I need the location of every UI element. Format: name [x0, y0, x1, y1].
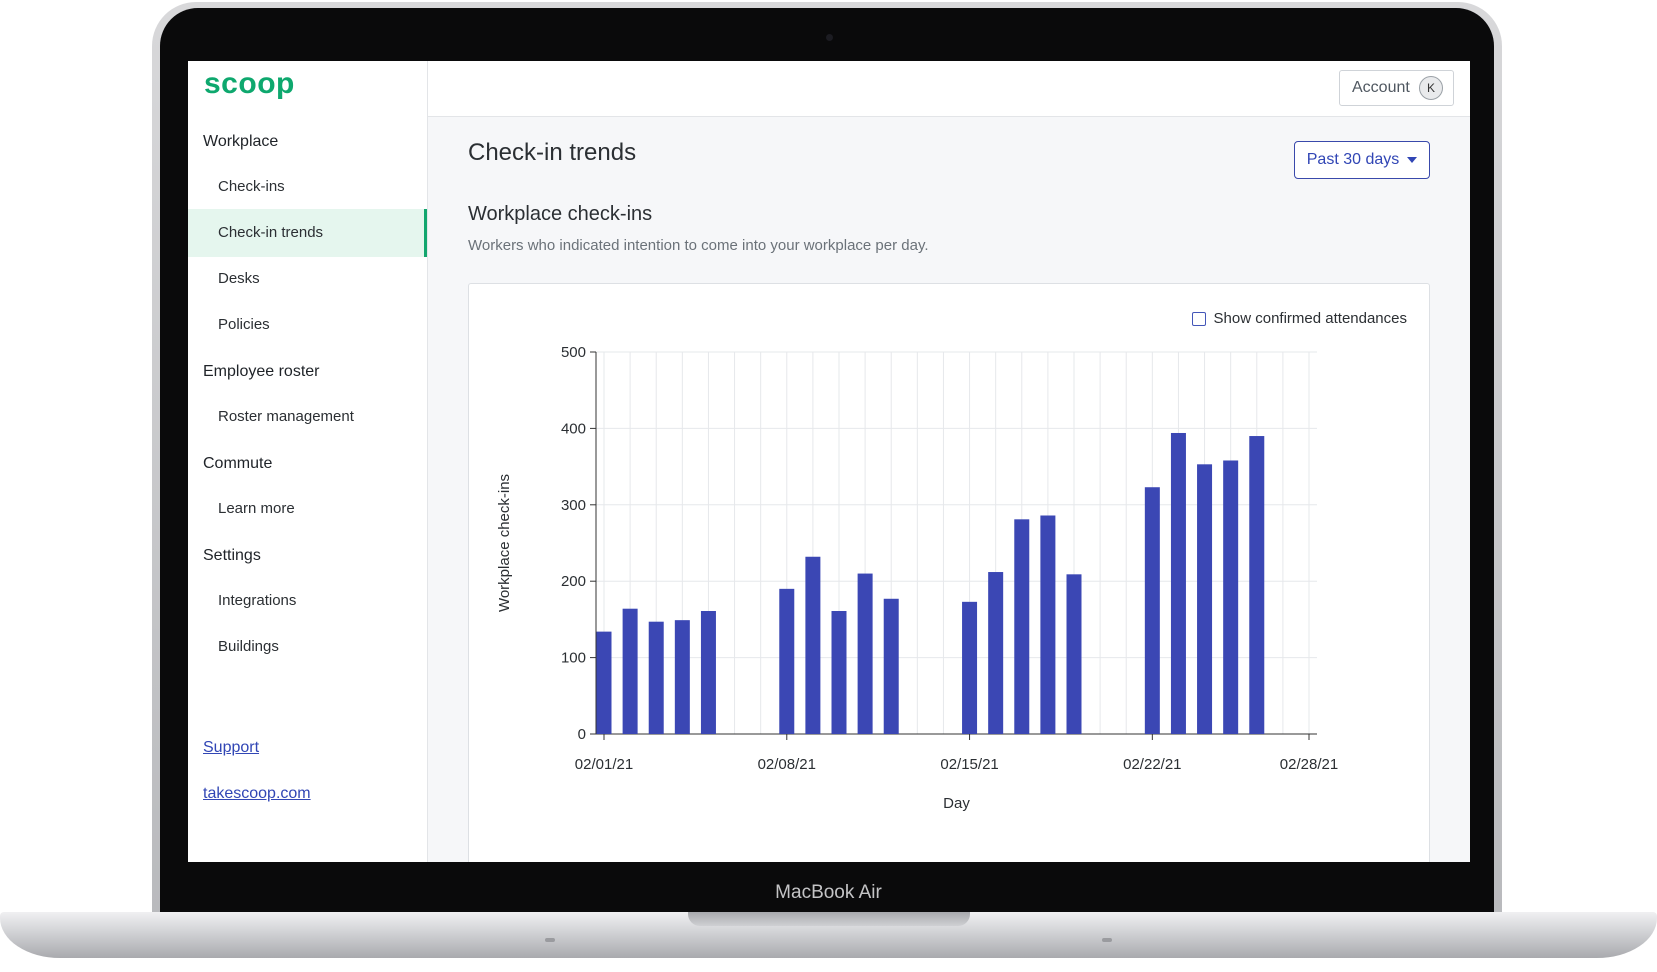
chart-bar [805, 556, 821, 734]
y-tick-label: 0 [578, 726, 586, 743]
camera-icon [826, 34, 833, 41]
nav-section-employee-roster: Employee roster [203, 363, 320, 380]
chart-bar [1223, 460, 1239, 734]
chart-bar [988, 572, 1004, 734]
checkins-bar-chart: 0 100 200 300 400 500 02/01/21 02/08/21 02/15/21… [496, 344, 1338, 812]
chart-bar [857, 573, 873, 734]
app-screen: scoop Workplace Check-ins Check-in trend… [188, 61, 1470, 862]
laptop-foot [545, 938, 555, 942]
chart-bar [1014, 519, 1030, 734]
y-axis-label: Workplace check-ins [496, 474, 513, 612]
x-tick-label: 02/28/21 [1280, 756, 1338, 773]
sidebar-item-roster-management[interactable]: Roster management [188, 393, 427, 441]
sidebar-item-buildings[interactable]: Buildings [188, 623, 427, 671]
y-tick-label: 300 [561, 497, 586, 514]
scoop-logo[interactable]: scoop [204, 67, 295, 101]
chart-bar [883, 598, 899, 734]
sidebar-item-learn-more[interactable]: Learn more [188, 485, 427, 533]
sidebar-item-integrations[interactable]: Integrations [188, 577, 427, 625]
chart-bar [1066, 574, 1082, 734]
chart-bar [1144, 487, 1160, 734]
section-subtitle: Workers who indicated intention to come … [468, 237, 929, 254]
account-button[interactable]: Account K [1339, 70, 1454, 106]
chart-bar [1197, 464, 1213, 734]
chart-bar [648, 621, 664, 734]
x-tick-label: 02/01/21 [575, 756, 633, 773]
chart-bar [962, 601, 978, 734]
sidebar: scoop Workplace Check-ins Check-in trend… [188, 61, 428, 862]
account-label: Account [1352, 79, 1410, 96]
x-tick-label: 02/15/21 [940, 756, 998, 773]
caret-down-icon [1407, 157, 1418, 163]
sidebar-item-desks[interactable]: Desks [188, 255, 427, 303]
x-axis-label: Day [943, 795, 970, 812]
nav-section-settings: Settings [203, 547, 261, 564]
chart-bar [779, 588, 795, 734]
x-tick-label: 02/22/21 [1123, 756, 1181, 773]
sidebar-item-check-ins[interactable]: Check-ins [188, 163, 427, 211]
date-range-label: Past 30 days [1306, 151, 1400, 168]
chart-bar [700, 610, 716, 734]
chart-bar [1170, 432, 1186, 734]
chart-bar [1040, 515, 1056, 734]
section-title: Workplace check-ins [468, 203, 653, 225]
top-bar: Account K [428, 61, 1470, 117]
y-tick-label: 500 [561, 344, 586, 361]
y-tick-label: 100 [561, 650, 586, 667]
chart-bar [1249, 436, 1265, 734]
avatar: K [1419, 76, 1443, 100]
chart-card: Show confirmed attendances 0 100 200 300 400… [468, 283, 1430, 862]
chart-bar [596, 631, 612, 734]
support-link[interactable]: Support [203, 739, 259, 757]
takescoop-link[interactable]: takescoop.com [203, 785, 311, 803]
sidebar-item-check-in-trends[interactable]: Check-in trends [188, 209, 427, 257]
y-tick-label: 200 [561, 573, 586, 590]
nav-section-commute: Commute [203, 455, 273, 472]
sidebar-item-policies[interactable]: Policies [188, 301, 427, 349]
device-label: MacBook Air [775, 882, 882, 903]
chart-bar [674, 620, 690, 734]
date-range-dropdown[interactable]: Past 30 days [1294, 141, 1430, 179]
y-tick-label: 400 [561, 420, 586, 437]
chart-bar [622, 608, 638, 734]
laptop-foot [1102, 938, 1112, 942]
page-title: Check-in trends [468, 139, 637, 166]
laptop-hinge-notch [688, 912, 970, 926]
chart-bar [831, 610, 847, 734]
nav-section-workplace: Workplace [203, 133, 279, 150]
x-tick-label: 02/08/21 [758, 756, 816, 773]
